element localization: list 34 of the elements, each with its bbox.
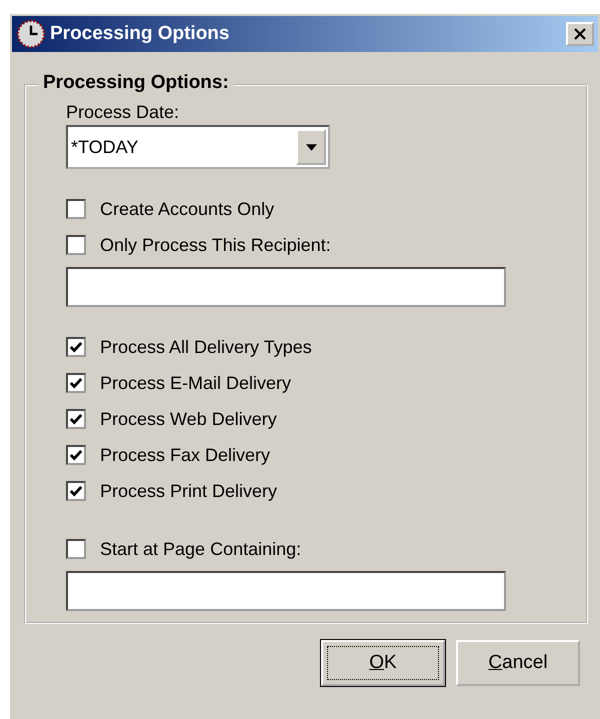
checkbox[interactable] <box>66 373 86 393</box>
caret-icon[interactable] <box>306 144 316 150</box>
checkbox[interactable] <box>66 235 86 255</box>
close-icon[interactable] <box>573 27 587 41</box>
dialog-button[interactable]: Cancel <box>456 640 580 686</box>
checkbox-label: Process All Delivery Types <box>100 336 312 358</box>
checkbox[interactable] <box>66 445 86 465</box>
dropdown-button[interactable] <box>296 129 326 165</box>
check-icon <box>69 340 83 354</box>
checkbox-label: Process Fax Delivery <box>100 444 270 466</box>
close-button[interactable] <box>566 22 594 46</box>
check-icon <box>69 376 83 390</box>
dialog-button[interactable]: OK <box>321 640 445 686</box>
checkbox[interactable] <box>66 539 86 559</box>
checkbox[interactable] <box>66 199 86 219</box>
input-field[interactable] <box>66 267 506 307</box>
checkbox-label: Only Process This Recipient: <box>100 234 331 256</box>
checkbox-label: Process E-Mail Delivery <box>100 372 292 394</box>
field-label: Process Date: <box>66 102 180 123</box>
clock-icon <box>16 19 46 49</box>
group-title: Processing Options: <box>38 72 234 94</box>
window-title: Processing Options <box>50 23 230 45</box>
checkbox-label: Process Print Delivery <box>100 480 278 502</box>
checkbox-label: Process Web Delivery <box>100 408 277 430</box>
check-icon <box>69 484 83 498</box>
check-icon <box>69 448 83 462</box>
checkbox[interactable] <box>66 337 86 357</box>
checkbox-label: Create Accounts Only <box>100 198 274 220</box>
input-field[interactable] <box>66 571 506 611</box>
check-icon <box>69 412 83 426</box>
checkbox[interactable] <box>66 481 86 501</box>
checkbox[interactable] <box>66 409 86 429</box>
checkbox-label: Start at Page Containing: <box>100 538 302 560</box>
date-dropdown[interactable]: *TODAY <box>66 125 330 169</box>
